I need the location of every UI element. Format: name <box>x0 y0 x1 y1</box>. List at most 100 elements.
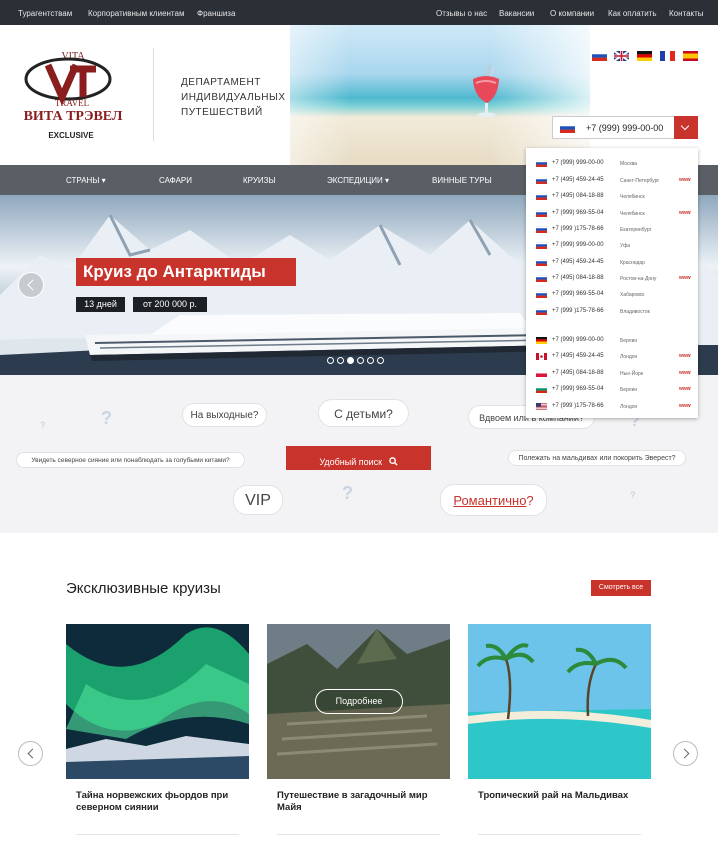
topbar-link-vacancies[interactable]: Вакансии <box>499 9 534 18</box>
phone-selector[interactable]: +7 (999) 999-00-00 <box>552 116 698 139</box>
phone-option-city: Нью-Йорк <box>620 370 643 377</box>
hero-dot[interactable] <box>367 357 374 364</box>
logo-exclusive: EXCLUSIVE <box>48 131 94 140</box>
topbar-link-agencies[interactable]: Турагентствам <box>18 9 72 18</box>
phone-option-number: +7 (495) 459-24-45 <box>552 353 604 359</box>
phone-option[interactable]: +7 (999 )175-78-66 Екатеринбург <box>526 224 698 236</box>
hero-price-badge: от 200 000 р. <box>133 297 207 312</box>
phone-option-www[interactable]: www <box>679 210 691 216</box>
flag-ru-icon <box>536 177 547 184</box>
logo[interactable]: VITA TRAVEL ВИТА ТРЭВЕЛ EXCLUSIVE <box>18 49 128 165</box>
phone-option[interactable]: +7 (495) 459-24-45 Лондон www <box>526 351 698 363</box>
romantic-link[interactable]: Романтично <box>453 493 526 508</box>
question-mark-icon: ? <box>342 483 353 503</box>
flag-ru-icon <box>536 242 547 249</box>
search-bubble-weekend[interactable]: На выходные? <box>182 403 267 427</box>
flag-ru-icon <box>536 259 547 266</box>
carousel-next-button[interactable] <box>673 741 698 766</box>
phone-dropdown-toggle[interactable] <box>674 116 698 139</box>
phone-option-city: Челябинск <box>620 210 645 217</box>
card-title: Путешествие в загадочный мир Майя <box>277 790 428 813</box>
cruise-card[interactable]: Тропический рай на Мальдивах <box>468 624 651 845</box>
phone-option-number: +7 (999) 999-00-00 <box>552 160 604 166</box>
phone-option[interactable]: +7 (495) 459-24-45 Санкт-Петербург www <box>526 175 698 187</box>
nav-item-wine-tours[interactable]: ВИННЫЕ ТУРЫ <box>432 176 492 185</box>
carousel-prev-button[interactable] <box>18 741 43 766</box>
hero-dot[interactable] <box>357 357 364 364</box>
phone-option[interactable]: +7 (999) 969-55-04 Берлин www <box>526 384 698 396</box>
phone-option[interactable]: +7 (999) 999-00-00 Берлин <box>526 335 698 347</box>
see-all-button[interactable]: Смотреть все <box>591 580 651 596</box>
phone-option[interactable]: +7 (999 )175-78-66 Владивосток <box>526 306 698 318</box>
phone-option-www[interactable]: www <box>679 353 691 359</box>
card-image-aurora <box>66 624 249 779</box>
phone-option[interactable]: +7 (999) 969-55-04 Хабаровск <box>526 289 698 301</box>
easy-search-button[interactable]: Удобный поиск <box>286 446 431 470</box>
phone-option-city: Лондон <box>620 353 638 360</box>
hero-dot[interactable] <box>337 357 344 364</box>
hero-dot[interactable] <box>327 357 334 364</box>
phone-option-www[interactable]: www <box>679 370 691 376</box>
topbar-link-corporate[interactable]: Корпоративным клиентам <box>88 9 184 18</box>
phone-option-city: Ростов-на-Дону <box>620 275 657 282</box>
search-icon <box>388 456 398 466</box>
phone-option[interactable]: +7 (999) 999-00-00 Уфа <box>526 240 698 252</box>
phone-option[interactable]: +7 (999 )175-78-66 Лондон www <box>526 401 698 413</box>
header: VITA TRAVEL ВИТА ТРЭВЕЛ EXCLUSIVE ДЕПАРТ… <box>0 25 718 165</box>
flag-ru-icon[interactable] <box>592 51 607 61</box>
header-beach-image <box>230 25 630 165</box>
topbar-link-payment[interactable]: Как оплатить <box>608 9 657 18</box>
cruise-card[interactable]: Подробнее Путешествие в загадочный мир М… <box>267 624 450 845</box>
phone-option-city: Краснодар <box>620 259 645 266</box>
search-bubble-romantic[interactable]: Романтично? <box>440 484 547 516</box>
search-bubble-maldives[interactable]: Полежать на мальдивах или покорить Эвере… <box>508 450 686 466</box>
card-divider <box>478 834 641 835</box>
phone-option-number: +7 (999 )175-78-66 <box>552 226 604 232</box>
search-bubble-children[interactable]: С детьми? <box>318 399 409 427</box>
phone-option-www[interactable]: www <box>679 386 691 392</box>
logo-travel-text: TRAVEL <box>55 98 89 108</box>
search-bubble-aurora[interactable]: Увидеть северное сияние или понаблюдать … <box>16 452 245 468</box>
card-image-maya: Подробнее <box>267 624 450 779</box>
card-image-maldives <box>468 624 651 779</box>
hero-prev-button[interactable] <box>18 272 44 298</box>
phone-option-www[interactable]: www <box>679 403 691 409</box>
nav-item-safari[interactable]: САФАРИ <box>159 176 192 185</box>
phone-option-number: +7 (495) 084-18-88 <box>552 370 604 376</box>
topbar-link-franchise[interactable]: Франшиза <box>197 9 235 18</box>
phone-option[interactable]: +7 (495) 084-18-88 Нью-Йорк www <box>526 368 698 380</box>
flag-es-icon[interactable] <box>683 51 698 61</box>
cruise-card[interactable]: Тайна норвежских фьордов при северном си… <box>66 624 249 845</box>
card-title: Тайна норвежских фьордов при северном си… <box>76 790 229 813</box>
phone-option[interactable]: +7 (495) 084-18-88 Челябинск <box>526 191 698 203</box>
more-button[interactable]: Подробнее <box>315 689 403 714</box>
topbar-link-reviews[interactable]: Отзывы о нас <box>436 9 487 18</box>
hero-dot-active[interactable] <box>347 357 354 364</box>
topbar-link-contacts[interactable]: Контакты <box>669 9 704 18</box>
phone-option-number: +7 (495) 084-18-88 <box>552 193 604 199</box>
nav-item-cruises[interactable]: КРУИЗЫ <box>243 176 276 185</box>
phone-option-city: Москва <box>620 160 638 167</box>
nav-item-countries[interactable]: СТРАНЫ ▾ <box>66 176 106 185</box>
card-divider <box>76 834 239 835</box>
phone-option[interactable]: +7 (999) 999-00-00 Москва <box>526 158 698 170</box>
phone-option-www[interactable]: www <box>679 275 691 281</box>
hero-dot[interactable] <box>377 357 384 364</box>
topbar-link-about[interactable]: О компании <box>550 9 594 18</box>
phone-option-city: Берлин <box>620 386 638 393</box>
nav-item-expeditions[interactable]: ЭКСПЕДИЦИИ ▾ <box>327 176 389 185</box>
phone-option[interactable]: +7 (495) 459-24-45 Краснодар <box>526 257 698 269</box>
flag-en-icon[interactable] <box>614 51 629 61</box>
phone-option-city: Владивосток <box>620 308 650 315</box>
flag-de-icon[interactable] <box>637 51 652 61</box>
search-bubble-vip[interactable]: VIP <box>233 485 283 515</box>
flag-ru-icon <box>536 193 547 200</box>
phone-option[interactable]: +7 (999) 969-55-04 Челябинск www <box>526 208 698 220</box>
phone-option-number: +7 (999) 969-55-04 <box>552 291 604 297</box>
flag-us-icon <box>536 403 547 410</box>
flag-fr-icon[interactable] <box>660 51 675 61</box>
phone-dropdown-list: +7 (999) 999-00-00 Москва +7 (495) 459-24-… <box>526 148 698 418</box>
phone-option-www[interactable]: www <box>679 177 691 183</box>
hero-title: Круиз до Антарктиды <box>76 258 296 286</box>
phone-option[interactable]: +7 (495) 084-18-88 Ростов-на-Дону www <box>526 273 698 285</box>
